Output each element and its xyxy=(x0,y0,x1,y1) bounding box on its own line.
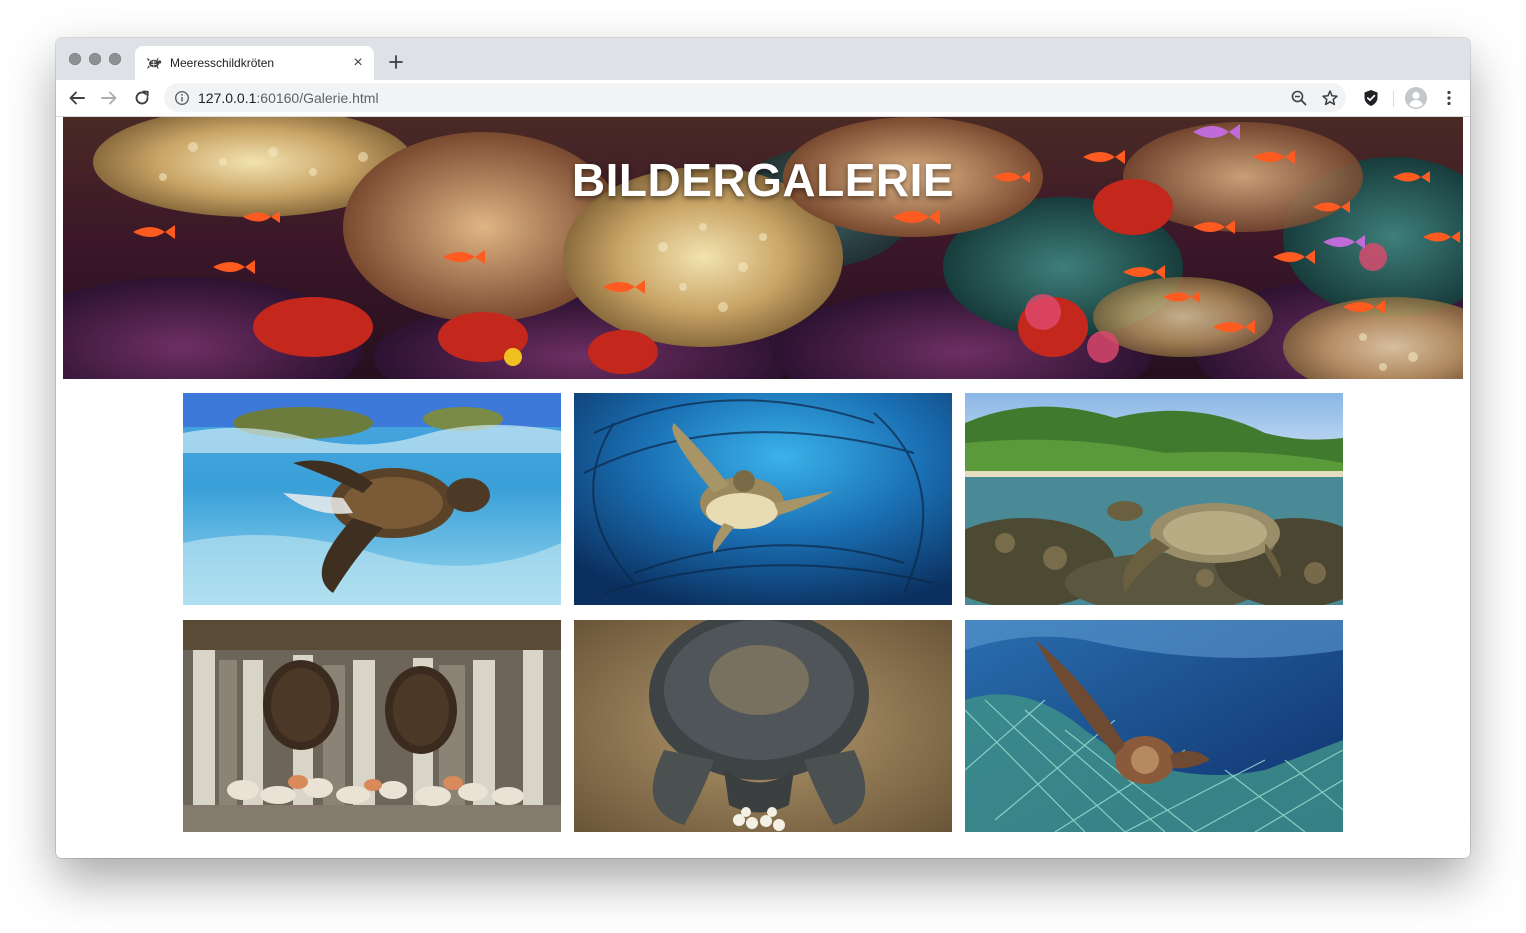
turtle-fish-school-photo xyxy=(574,393,952,605)
url-text[interactable]: 127.0.0.1:60160/Galerie.html xyxy=(198,90,379,106)
window-zoom-button[interactable] xyxy=(109,53,121,65)
plus-icon xyxy=(389,55,403,69)
gallery-image-5[interactable] xyxy=(574,620,952,832)
gallery-image-6[interactable] xyxy=(965,620,1343,832)
browser-window: Meeresschildkröten × 127.0.0.1:60160/Gal… xyxy=(56,38,1470,858)
tab-meeresschildkroeten[interactable]: Meeresschildkröten × xyxy=(135,46,374,80)
back-button[interactable] xyxy=(67,88,87,108)
browser-menu-icon[interactable] xyxy=(1439,88,1459,108)
zoom-out-icon[interactable] xyxy=(1290,89,1308,107)
page-title: BILDERGALERIE xyxy=(571,154,955,206)
browser-toolbar: 127.0.0.1:60160/Galerie.html xyxy=(56,80,1470,117)
turtle-favicon-icon xyxy=(146,55,162,71)
reload-button[interactable] xyxy=(132,88,152,108)
url-host: 127.0.0.1 xyxy=(198,90,257,106)
page-content: BILDERGALERIE xyxy=(56,117,1470,858)
turtle-shells-stall-photo xyxy=(183,620,561,832)
tab-strip: Meeresschildkröten × xyxy=(56,38,1470,80)
gallery-image-4[interactable] xyxy=(183,620,561,832)
gallery-image-2[interactable] xyxy=(574,393,952,605)
gallery-image-3[interactable] xyxy=(965,393,1343,605)
address-bar[interactable]: 127.0.0.1:60160/Galerie.html xyxy=(164,83,1346,112)
toolbar-separator xyxy=(1393,91,1394,107)
reload-icon xyxy=(135,90,149,105)
turtle-reef-island-photo xyxy=(965,393,1343,605)
turtle-nesting-photo xyxy=(574,620,952,832)
bookmark-star-icon[interactable] xyxy=(1321,89,1339,107)
gallery-image-1[interactable] xyxy=(183,393,561,605)
arrow-left-icon xyxy=(69,91,85,105)
tab-close-icon[interactable]: × xyxy=(350,55,366,71)
extension-shield-icon[interactable] xyxy=(1361,88,1381,108)
tab-title: Meeresschildkröten xyxy=(170,56,275,70)
info-icon[interactable] xyxy=(174,90,190,106)
arrow-right-icon xyxy=(101,91,117,105)
hero-banner: BILDERGALERIE xyxy=(63,117,1463,379)
turtle-surface-photo xyxy=(183,393,561,605)
window-minimize-button[interactable] xyxy=(89,53,101,65)
turtle-fishing-net-photo xyxy=(965,620,1343,832)
url-path: :60160/Galerie.html xyxy=(256,90,379,106)
new-tab-button[interactable] xyxy=(386,52,406,72)
forward-button[interactable] xyxy=(99,88,119,108)
window-close-button[interactable] xyxy=(69,53,81,65)
profile-avatar-icon[interactable] xyxy=(1405,87,1427,109)
